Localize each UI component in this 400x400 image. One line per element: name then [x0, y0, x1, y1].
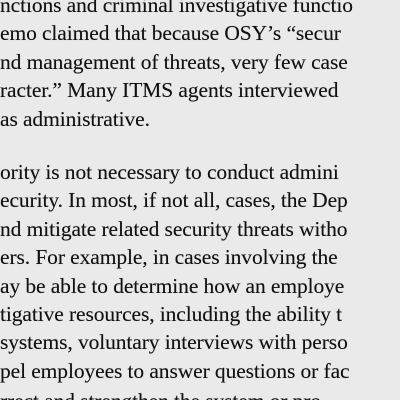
text-line: tigative resources, including the abilit…: [0, 301, 342, 326]
text-line: emo claimed that because OSY’s “secur: [0, 21, 341, 46]
text-line: ers. For example, in cases involving the: [0, 245, 338, 270]
text-line: racter.” Many ITMS agents interviewed: [0, 78, 339, 103]
document-page: nctions and criminal investigative funct…: [0, 0, 400, 400]
text-line: ority is not necessary to conduct admini: [0, 160, 339, 184]
paragraph-1: nctions and criminal investigative funct…: [0, 0, 400, 133]
text-line: rrect and strengthen the system or pro: [0, 387, 400, 400]
text-line: nctions and criminal investigative funct…: [0, 0, 353, 17]
text-line: ay be able to determine how an employe: [0, 273, 345, 298]
text-line: nd mitigate related security threats wit…: [0, 216, 348, 241]
text-line: pel employees to answer questions or fac: [0, 358, 350, 383]
text-line: as administrative.: [0, 106, 150, 131]
text-line: systems, voluntary interviews with perso: [0, 330, 348, 355]
text-line: nd management of threats, very few case: [0, 49, 348, 74]
paragraph-2: ority is not necessary to conduct admini…: [0, 158, 400, 400]
text-line: ecurity. In most, if not all, cases, the…: [0, 188, 348, 213]
